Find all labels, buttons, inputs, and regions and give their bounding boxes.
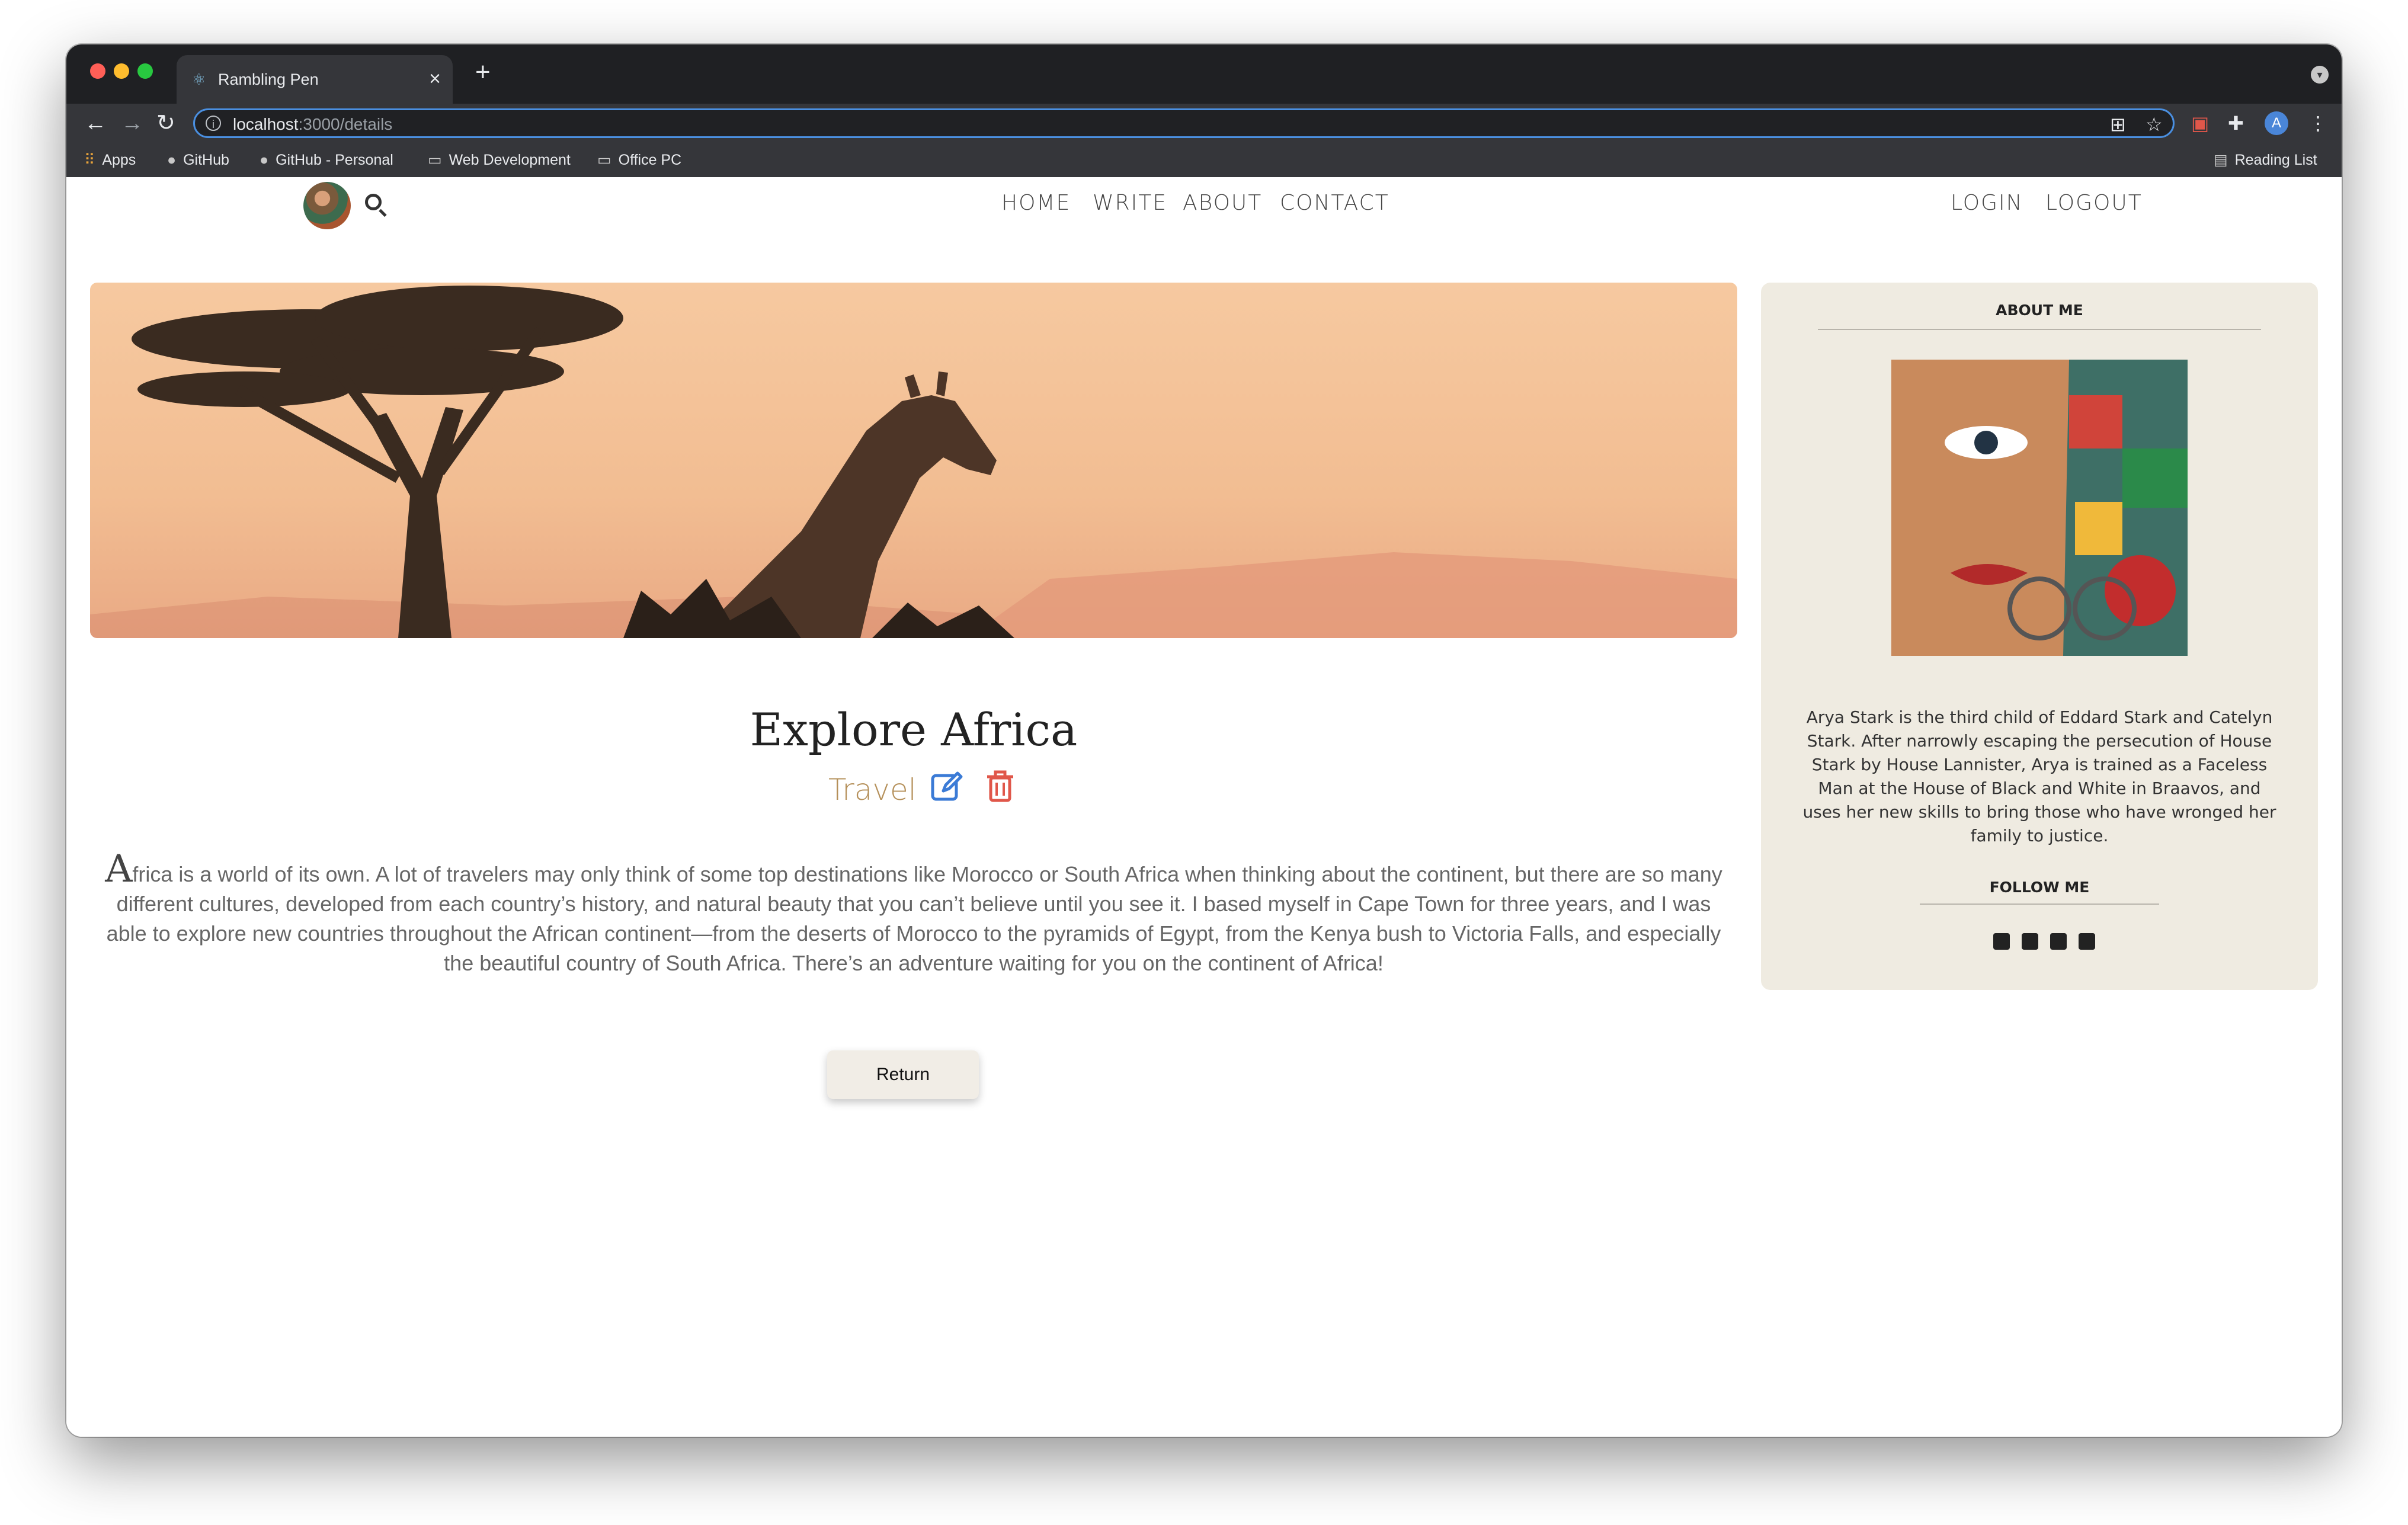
post-meta: Travel: [90, 770, 1737, 811]
forward-icon[interactable]: →: [121, 110, 143, 137]
blog-page: HOME WRITE ABOUT CONTACT LOGIN LOGOUT Ex…: [66, 177, 2342, 1437]
bookmark-apps[interactable]: ⠿ Apps: [84, 151, 136, 169]
folder-icon: ▭: [428, 152, 442, 168]
return-button[interactable]: Return: [827, 1050, 979, 1099]
new-tab-button[interactable]: +: [475, 57, 491, 87]
reading-list[interactable]: ▤ Reading List: [2214, 151, 2317, 169]
minimize-window-button[interactable]: [114, 63, 129, 79]
about-me-text: Arya Stark is the third child of Eddard …: [1802, 707, 2276, 845]
nav-contact[interactable]: CONTACT: [1280, 190, 1389, 216]
nav-home[interactable]: HOME: [1001, 190, 1071, 216]
extension-icon[interactable]: ▣: [2191, 110, 2209, 137]
giraffe-savanna-illustration: [90, 286, 1737, 638]
nav-about[interactable]: ABOUT: [1183, 190, 1262, 216]
about-me-title: ABOUT ME: [1996, 302, 2083, 319]
back-icon[interactable]: ←: [84, 110, 107, 137]
apps-grid-icon: ⠿: [84, 152, 95, 168]
drop-cap: A: [105, 847, 133, 891]
browser-window: ⚛ Rambling Pen × + ▾ ← → ↻ i localhost:3…: [66, 44, 2342, 1437]
nav-write[interactable]: WRITE: [1093, 190, 1167, 216]
browser-toolbar: ← → ↻ i localhost:3000/details ⊞ ☆ ▣ ✚ A…: [66, 104, 2342, 143]
tab-search-icon[interactable]: ▾: [2311, 66, 2329, 84]
site-avatar[interactable]: [303, 182, 351, 229]
bookmark-office-pc[interactable]: ▭ Office PC: [597, 151, 681, 169]
search-icon[interactable]: [365, 194, 382, 210]
react-icon: ⚛: [192, 71, 206, 88]
bookmark-star-icon[interactable]: ☆: [2146, 114, 2163, 135]
post-hero-image: [90, 283, 1737, 638]
profile-avatar[interactable]: A: [2265, 111, 2288, 135]
browser-tab[interactable]: ⚛ Rambling Pen ×: [177, 55, 453, 104]
bookmark-web-development[interactable]: ▭ Web Development: [428, 151, 571, 169]
post-category[interactable]: Travel: [828, 772, 917, 808]
github-icon: ●: [260, 152, 269, 168]
menu-kebab-icon[interactable]: ⋮: [2308, 110, 2327, 137]
street-art-illustration: [1891, 360, 2188, 656]
bookmark-github-personal[interactable]: ● GitHub - Personal: [260, 151, 393, 169]
site-info-icon[interactable]: i: [206, 116, 221, 131]
github-icon: ●: [167, 152, 177, 168]
instagram-icon[interactable]: [2022, 933, 2038, 950]
bookmarks-bar: ⠿ Apps ● GitHub ● GitHub - Personal ▭ Web De…: [66, 143, 2342, 178]
about-me-photo: [1891, 360, 2188, 656]
post-body: Africa is a world of its own. A lot of t…: [102, 850, 1725, 978]
divider: [1920, 904, 2159, 905]
twitter-icon[interactable]: [2079, 933, 2095, 950]
post-title: Explore Africa: [750, 703, 1078, 756]
tab-bar: ⚛ Rambling Pen × + ▾: [66, 44, 2342, 104]
sidebar: ABOUT ME Arya Stark is the third child o…: [1761, 283, 2318, 990]
reload-icon[interactable]: ↻: [156, 110, 175, 137]
close-window-button[interactable]: [90, 63, 105, 79]
zoom-window-button[interactable]: [137, 63, 153, 79]
tab-title: Rambling Pen: [218, 71, 319, 88]
pinterest-icon[interactable]: [2050, 933, 2067, 950]
address-bar[interactable]: i localhost:3000/details ⊞ ☆: [193, 108, 2175, 138]
trash-icon[interactable]: [986, 770, 1014, 803]
follow-me-title: FOLLOW ME: [1989, 879, 2090, 896]
bookmark-github[interactable]: ● GitHub: [167, 151, 229, 169]
close-tab-icon[interactable]: ×: [429, 67, 441, 91]
nav-login[interactable]: LOGIN: [1951, 190, 2023, 216]
qr-code-icon[interactable]: ⊞: [2110, 114, 2126, 135]
facebook-icon[interactable]: [1993, 933, 2010, 950]
nav-logout[interactable]: LOGOUT: [2045, 190, 2143, 216]
reading-list-icon: ▤: [2214, 152, 2228, 168]
post-body-text: frica is a world of its own. A lot of tr…: [106, 862, 1722, 975]
folder-icon: ▭: [597, 152, 611, 168]
divider: [1818, 329, 2261, 330]
puzzle-icon[interactable]: ✚: [2228, 110, 2244, 137]
edit-icon[interactable]: [930, 770, 963, 803]
url-text[interactable]: localhost:3000/details: [233, 114, 392, 134]
